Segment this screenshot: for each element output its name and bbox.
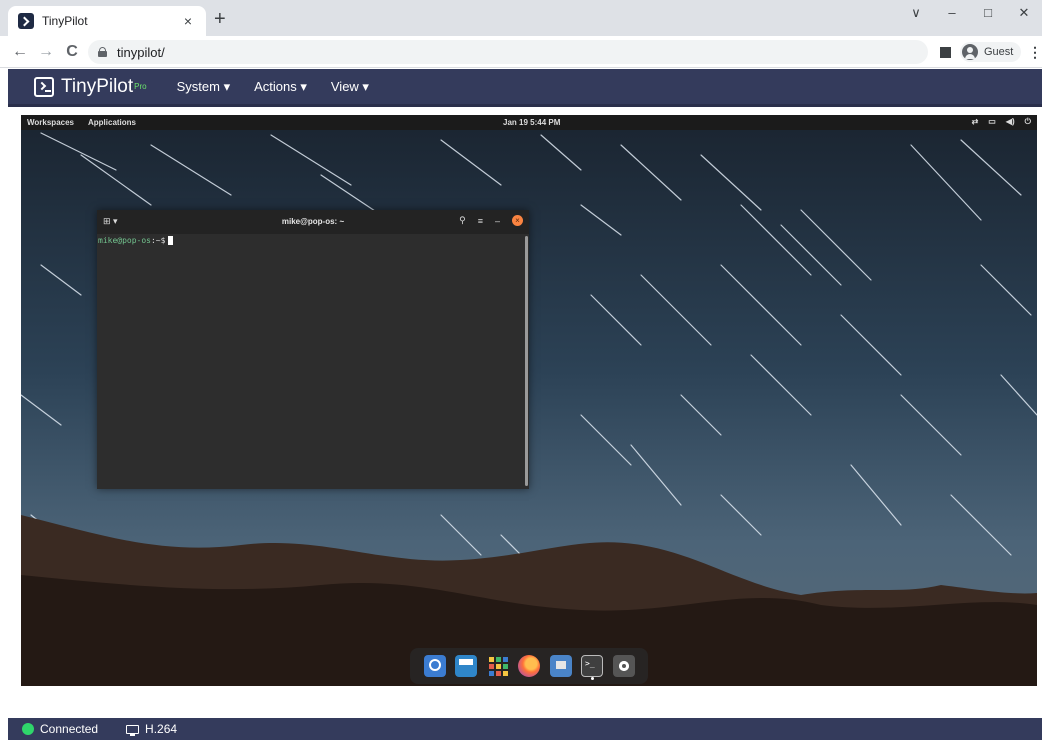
url-text[interactable]: tinypilot/	[117, 45, 165, 60]
files-icon[interactable]	[549, 655, 572, 677]
tinypilot-logo-icon	[34, 76, 54, 97]
profile-button[interactable]: Guest	[960, 42, 1022, 62]
dock	[410, 648, 648, 684]
close-window-button[interactable]: ✕	[1006, 0, 1042, 30]
browser-tab-strip: TinyPilot × + ∨ – □ ✕	[0, 0, 1042, 36]
network-icon: ⇄	[971, 117, 979, 126]
reload-button[interactable]: C	[62, 42, 82, 62]
connection-status-icon	[22, 723, 34, 735]
tiles-icon[interactable]	[455, 655, 477, 677]
prompt-sign: :~$	[150, 236, 166, 245]
remote-screen[interactable]: Workspaces Applications Jan 19 5:44 PM ⇄…	[21, 115, 1037, 686]
minimize-button[interactable]: –	[934, 0, 970, 30]
browser-tab[interactable]: TinyPilot ×	[8, 6, 206, 36]
tinypilot-navbar: TinyPilot Pro System ▾ Actions ▾ View ▾	[8, 69, 1042, 107]
back-button[interactable]: ←	[10, 42, 30, 62]
maximize-button[interactable]: □	[970, 0, 1006, 30]
hamburger-menu-icon[interactable]: ≡	[478, 216, 483, 226]
tinypilot-logo: TinyPilot Pro	[34, 76, 147, 98]
firefox-icon[interactable]	[518, 655, 540, 677]
browser-toolbar: ← → C tinypilot/ Guest ⋮	[0, 36, 1042, 68]
display-icon: ▭	[988, 117, 996, 126]
terminal-icon[interactable]	[581, 655, 603, 680]
search-icon[interactable]	[423, 655, 446, 677]
window-controls: ∨ – □ ✕	[898, 0, 1042, 30]
search-icon[interactable]: ⚲	[459, 215, 466, 226]
guest-avatar-icon	[962, 44, 978, 60]
terminal-body[interactable]: mike@pop-os:~$	[97, 234, 523, 489]
forward-button[interactable]: →	[36, 42, 56, 62]
connection-status: Connected	[40, 722, 99, 736]
tab-title: TinyPilot	[42, 14, 88, 28]
menu-view[interactable]: View ▾	[331, 79, 369, 95]
monitor-icon	[126, 724, 140, 736]
close-icon[interactable]: ×	[512, 215, 523, 226]
pop-os-top-bar: Workspaces Applications Jan 19 5:44 PM ⇄…	[21, 115, 1037, 130]
terminal-cursor	[168, 236, 174, 245]
active-indicator	[591, 677, 594, 680]
terminal-scrollbar[interactable]	[525, 236, 528, 486]
clock[interactable]: Jan 19 5:44 PM	[503, 118, 560, 127]
minimize-icon[interactable]: –	[495, 216, 500, 226]
tab-close-icon[interactable]: ×	[180, 13, 196, 29]
app-grid-icon[interactable]	[487, 655, 509, 677]
pro-badge: Pro	[134, 82, 147, 91]
tinypilot-status-bar: Connected H.264	[8, 718, 1042, 740]
volume-icon: ◀)	[1005, 117, 1015, 126]
menu-system[interactable]: System ▾	[177, 79, 230, 95]
workspaces-button[interactable]: Workspaces	[27, 118, 74, 127]
terminal-controls: ⚲ ≡ – ×	[459, 215, 523, 226]
video-codec: H.264	[145, 722, 178, 736]
tab-search-button[interactable]: ∨	[898, 0, 934, 30]
new-tab-button[interactable]: +	[214, 9, 226, 29]
settings-icon[interactable]	[612, 655, 635, 677]
tinypilot-favicon-icon	[18, 13, 34, 29]
system-status-area[interactable]: ⇄ ▭ ◀) ⏻	[972, 117, 1031, 127]
profile-label: Guest	[984, 46, 1014, 58]
logo-text: TinyPilot	[61, 75, 134, 97]
menu-actions[interactable]: Actions ▾	[254, 79, 307, 95]
side-panel-icon[interactable]	[940, 47, 951, 58]
terminal-window[interactable]: ⊞ ▾ mike@pop-os: ~ ⚲ ≡ – × mike@pop-os:~…	[97, 210, 529, 489]
prompt-user: mike@pop-os	[98, 236, 151, 245]
applications-button[interactable]: Applications	[88, 118, 136, 127]
lock-icon[interactable]	[98, 47, 107, 57]
address-bar[interactable]: tinypilot/	[88, 40, 928, 64]
power-icon: ⏻	[1024, 117, 1031, 126]
browser-menu-icon[interactable]: ⋮	[1028, 44, 1042, 61]
terminal-header[interactable]: ⊞ ▾ mike@pop-os: ~ ⚲ ≡ – ×	[97, 210, 529, 234]
